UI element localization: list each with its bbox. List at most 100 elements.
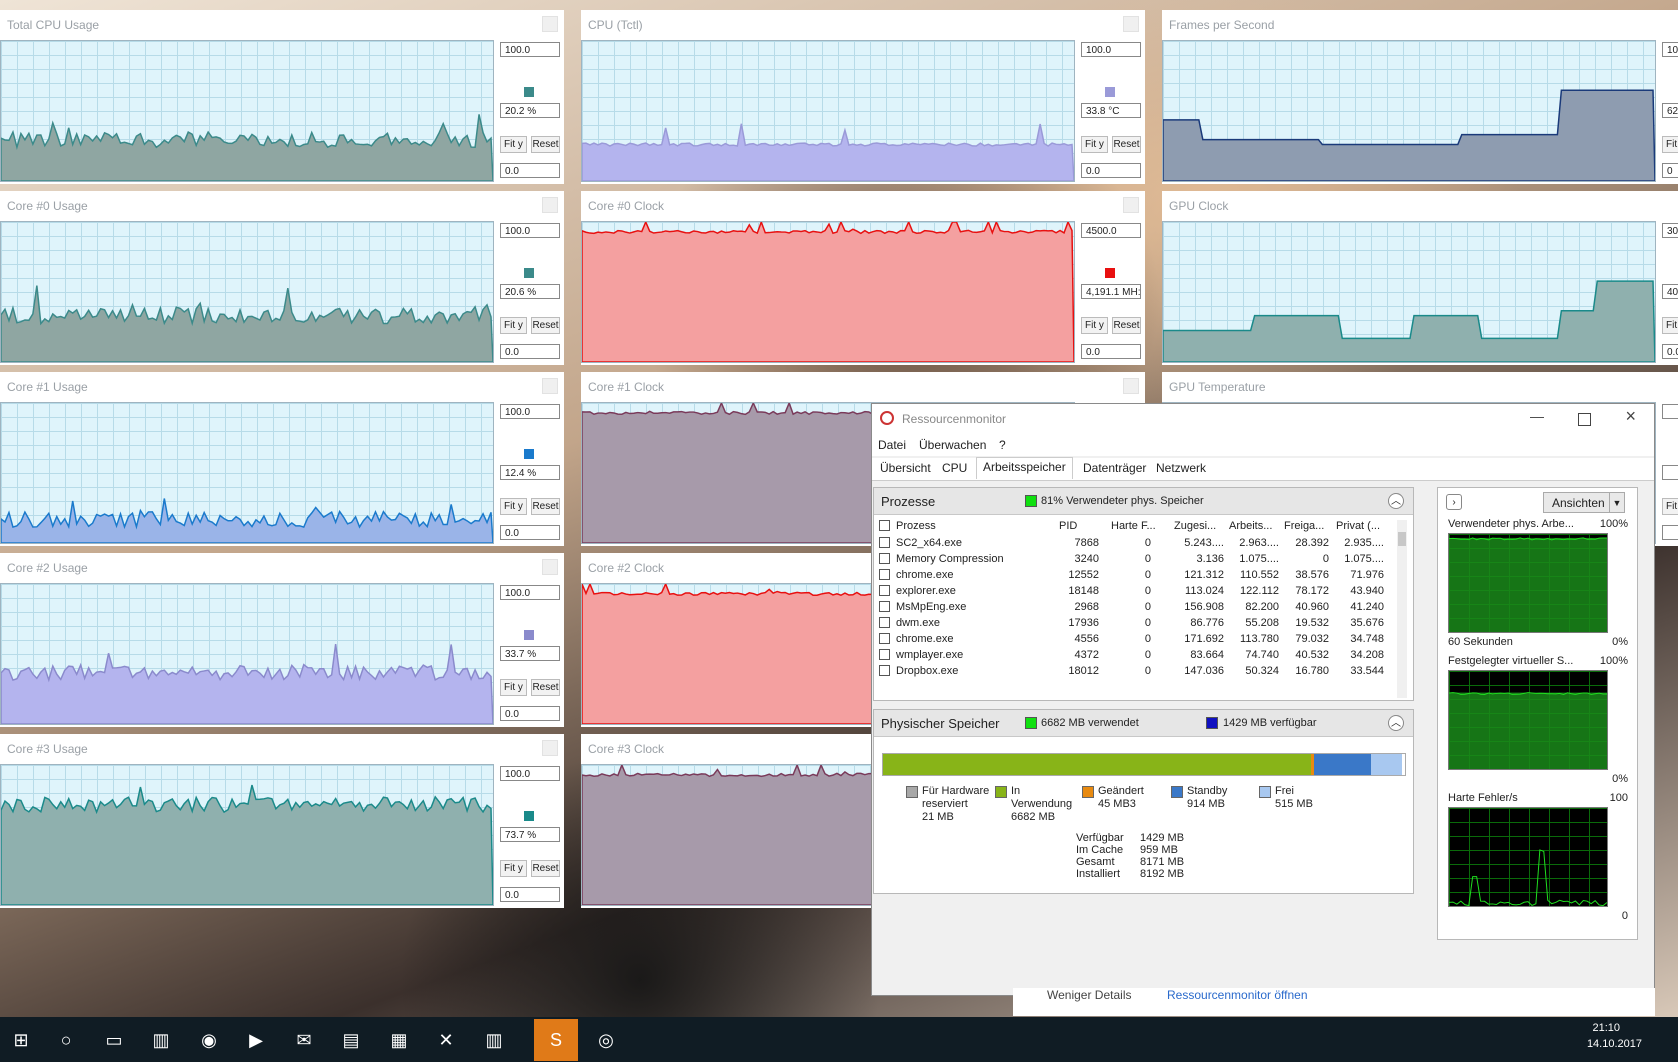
panel-close-icon[interactable] [542, 378, 558, 394]
row-checkbox[interactable] [879, 569, 890, 580]
max-value[interactable]: 100.0 [1081, 42, 1141, 57]
max-value[interactable]: 3000.0 [1662, 223, 1678, 238]
panel-close-icon[interactable] [542, 740, 558, 756]
file-explorer-icon[interactable]: ▥ [148, 1027, 174, 1053]
col-zugesi[interactable]: Zugesi... [1174, 520, 1216, 532]
min-value[interactable]: 0.0 [500, 706, 560, 721]
min-value[interactable]: 0.0 [500, 344, 560, 359]
fit-y-button[interactable]: Fit y [1081, 136, 1108, 153]
reset-button[interactable]: Reset [531, 679, 560, 696]
fit-y-button[interactable]: Fit y [500, 860, 527, 877]
processes-header[interactable]: Prozesse 81% Verwendeter phys. Speicher … [874, 488, 1413, 515]
physical-memory-header[interactable]: Physischer Speicher 6682 MB verwendet 14… [874, 710, 1413, 737]
maximize-icon[interactable] [1578, 413, 1591, 426]
max-value[interactable]: 100.0 [500, 766, 560, 781]
tab-datentraeger[interactable]: Datenträger [1083, 461, 1146, 475]
row-checkbox[interactable] [879, 537, 890, 548]
collapse-processes-icon[interactable]: ︿ [1388, 493, 1404, 509]
min-value[interactable]: 0.0 [500, 525, 560, 540]
app-icon-3[interactable]: ▥ [481, 1027, 507, 1053]
app-icon-1[interactable]: ▤ [338, 1027, 364, 1053]
row-checkbox[interactable] [879, 585, 890, 596]
table-row[interactable]: wmplayer.exe 4372 0 83.664 74.740 40.532 34.20… [874, 647, 1413, 664]
resource-monitor-window[interactable]: Ressourcenmonitor — × Datei Überwachen ?… [871, 403, 1655, 996]
reset-button[interactable]: Reset [1112, 136, 1141, 153]
views-button[interactable]: Ansichten ▼ [1543, 492, 1625, 513]
starcraft-icon[interactable]: S [534, 1019, 578, 1061]
min-value[interactable]: 0.0 [500, 163, 560, 178]
tab-cpu[interactable]: CPU [942, 461, 967, 475]
title-bar[interactable]: Ressourcenmonitor — × [872, 404, 1654, 434]
row-checkbox[interactable] [879, 601, 890, 612]
select-all-checkbox[interactable] [879, 520, 890, 531]
max-value[interactable]: 100.0 [500, 42, 560, 57]
menu-datei[interactable]: Datei [878, 438, 906, 452]
table-row[interactable]: chrome.exe 12552 0 121.312 110.552 38.576 71.9… [874, 567, 1413, 584]
graph-scrollbar[interactable] [1640, 487, 1654, 993]
tab-netzwerk[interactable]: Netzwerk [1156, 461, 1206, 475]
min-value[interactable] [1662, 525, 1678, 540]
media-player-icon[interactable]: ▶ [243, 1027, 269, 1053]
process-scrollbar[interactable] [1397, 520, 1407, 698]
panel-close-icon[interactable] [542, 559, 558, 575]
tab-arbeitsspeicher[interactable]: Arbeitsspeicher [976, 457, 1073, 479]
panel-close-icon[interactable] [542, 16, 558, 32]
reset-button[interactable]: Reset [531, 860, 560, 877]
task-view-icon[interactable]: ▭ [101, 1027, 127, 1053]
min-value[interactable]: 0.0 [1081, 344, 1141, 359]
fit-y-button[interactable]: Fit y [1081, 317, 1108, 334]
fit-y-button[interactable]: Fit y [1662, 136, 1678, 153]
close-icon[interactable]: × [1625, 406, 1636, 427]
collapse-memory-icon[interactable]: ︿ [1388, 715, 1404, 731]
mail-icon[interactable]: ✉ [291, 1027, 317, 1053]
max-value[interactable]: 4500.0 [1081, 223, 1141, 238]
max-value[interactable]: 100 [1662, 42, 1678, 57]
col-freiga[interactable]: Freiga... [1284, 520, 1324, 532]
fit-y-button[interactable]: Fit y [500, 136, 527, 153]
table-row[interactable]: dwm.exe 17936 0 86.776 55.208 19.532 35.676 [874, 615, 1413, 632]
cortana-icon[interactable]: ○ [53, 1027, 79, 1053]
table-row[interactable]: explorer.exe 18148 0 113.024 122.112 78.172 43… [874, 583, 1413, 600]
max-value[interactable]: 100.0 [500, 585, 560, 600]
reset-button[interactable]: Reset [1112, 317, 1141, 334]
table-row[interactable]: chrome.exe 4556 0 171.692 113.780 79.032 34.74… [874, 631, 1413, 648]
panel-close-icon[interactable] [1123, 378, 1139, 394]
row-checkbox[interactable] [879, 649, 890, 660]
app-icon-2[interactable]: ▦ [386, 1027, 412, 1053]
max-value[interactable]: 100.0 [500, 404, 560, 419]
fit-y-button[interactable]: Fit y [500, 317, 527, 334]
fit-y-button[interactable]: Fit y [500, 679, 527, 696]
weniger-details-link[interactable]: Weniger Details [1047, 988, 1131, 1002]
min-value[interactable]: 0.0 [1662, 344, 1678, 359]
panel-close-icon[interactable] [1123, 16, 1139, 32]
fit-y-button[interactable]: Fit y [1662, 498, 1678, 515]
minimize-icon[interactable]: — [1530, 408, 1544, 424]
max-value[interactable]: 100.0 [500, 223, 560, 238]
resource-monitor-icon[interactable]: ◎ [593, 1027, 619, 1053]
clock-time[interactable]: 21:10 [1592, 1022, 1620, 1034]
table-row[interactable]: Dropbox.exe 18012 0 147.036 50.324 16.780 33.5… [874, 663, 1413, 680]
row-checkbox[interactable] [879, 617, 890, 628]
chrome-icon[interactable]: ◉ [196, 1027, 222, 1053]
col-arbeits[interactable]: Arbeits... [1229, 520, 1272, 532]
col-pid[interactable]: PID [1059, 520, 1077, 532]
menu-ueberwachen[interactable]: Überwachen [919, 438, 986, 452]
row-checkbox[interactable] [879, 665, 890, 676]
max-value[interactable] [1662, 404, 1678, 419]
col-harte[interactable]: Harte F... [1111, 520, 1156, 532]
reset-button[interactable]: Reset [531, 498, 560, 515]
fit-y-button[interactable]: Fit y [500, 498, 527, 515]
min-value[interactable]: 0.0 [1081, 163, 1141, 178]
menu-help[interactable]: ? [999, 438, 1006, 452]
row-checkbox[interactable] [879, 633, 890, 644]
reset-button[interactable]: Reset [531, 317, 560, 334]
col-prozess[interactable]: Prozess [896, 520, 936, 532]
panel-close-icon[interactable] [1123, 197, 1139, 213]
windows-start-icon[interactable]: ⊞ [8, 1027, 34, 1053]
clock-date[interactable]: 14.10.2017 [1587, 1038, 1642, 1050]
fit-y-button[interactable]: Fit y [1662, 317, 1678, 334]
expand-pane-icon[interactable]: › [1446, 494, 1462, 510]
table-row[interactable]: SC2_x64.exe 7868 0 5.243.... 2.963.... 28.392… [874, 535, 1413, 552]
xbox-icon[interactable]: ✕ [433, 1027, 459, 1053]
col-privat[interactable]: Privat (... [1336, 520, 1380, 532]
